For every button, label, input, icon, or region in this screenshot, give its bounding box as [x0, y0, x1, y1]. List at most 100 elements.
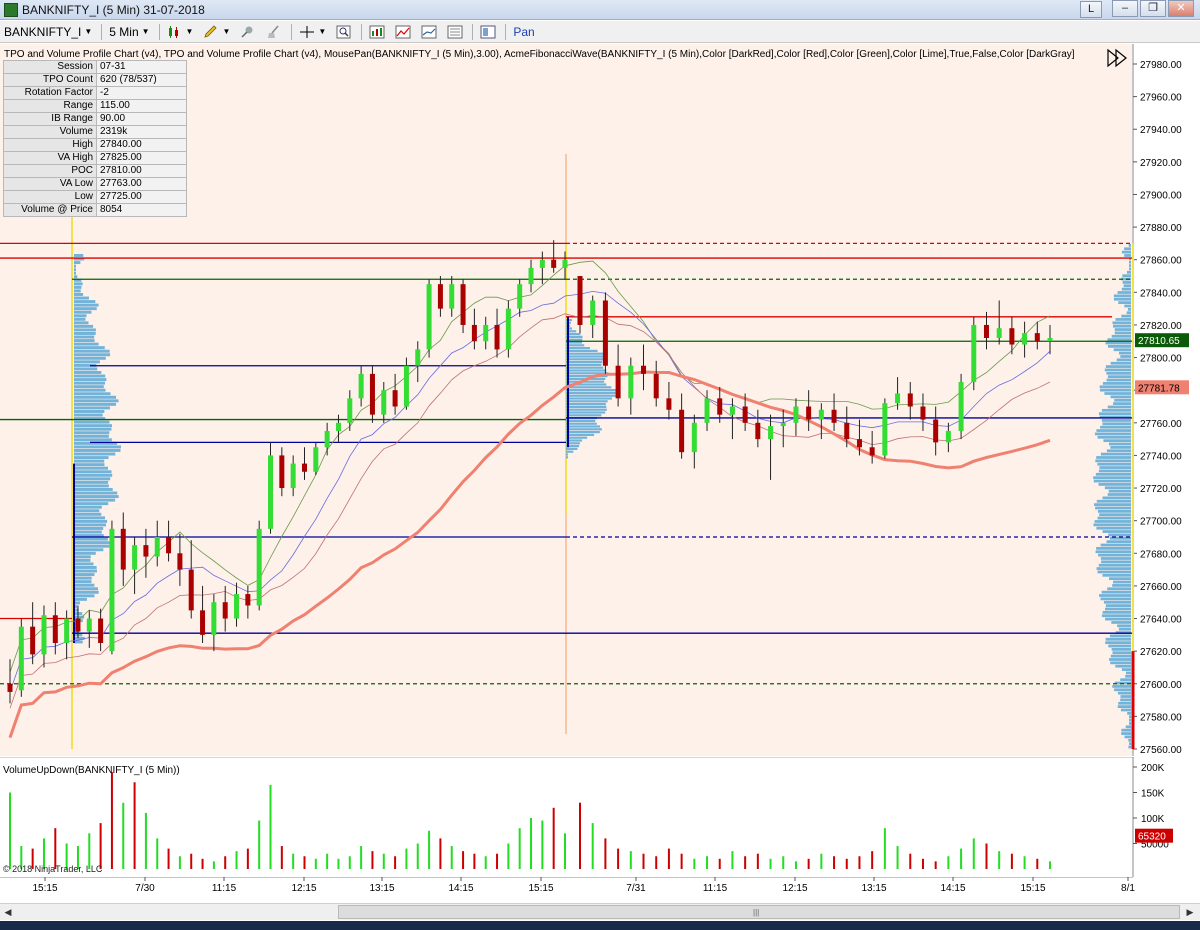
- profile-bar: [1117, 691, 1131, 695]
- profile-bar: [1113, 294, 1131, 298]
- layout-button[interactable]: L: [1080, 1, 1102, 18]
- profile-bar: [1095, 459, 1131, 463]
- minimize-button[interactable]: –: [1112, 0, 1138, 17]
- profile-bar: [566, 391, 619, 394]
- strategies-button[interactable]: [417, 23, 441, 41]
- chart-style-button[interactable]: ▼: [163, 23, 198, 41]
- profile-bar: [1105, 341, 1131, 345]
- candle-body: [780, 422, 786, 427]
- profile-bar: [566, 425, 601, 428]
- profile-bar: [1104, 392, 1131, 395]
- profile-bar: [74, 268, 76, 272]
- profile-bar: [74, 555, 91, 559]
- order-panel-button[interactable]: [476, 23, 500, 41]
- candle-body: [679, 409, 685, 453]
- profile-bar: [1101, 408, 1131, 412]
- profile-bar: [1106, 378, 1131, 382]
- toolbar-divider: [291, 23, 293, 40]
- candle-body: [30, 626, 36, 655]
- time-axis[interactable]: 15:15 7/30 11:15 12:15 13:15 14:15 15:15 7/31 11…: [0, 877, 1200, 901]
- profile-bar: [74, 523, 106, 527]
- volume-chart[interactable]: 200K150K100K5000065320: [0, 756, 1200, 877]
- profile-bar: [74, 594, 95, 598]
- stats-key: TPO Count: [3, 73, 97, 87]
- restore-button[interactable]: ❐: [1140, 0, 1166, 17]
- stats-row: IB Range 90.00: [3, 112, 187, 126]
- price-tick-label: 27600.00: [1140, 680, 1182, 691]
- indicators-button[interactable]: [391, 23, 415, 41]
- profile-bar: [566, 358, 605, 361]
- profile-bar: [74, 410, 105, 413]
- candle-body: [369, 373, 375, 415]
- profile-bar: [1121, 287, 1131, 291]
- crosshair-button[interactable]: ▼: [295, 23, 330, 41]
- candle-body: [895, 393, 901, 404]
- broom-button[interactable]: [262, 23, 286, 41]
- drawing-tool-button[interactable]: ▼: [199, 23, 234, 41]
- profile-bar: [74, 566, 97, 569]
- profile-bar: [1102, 530, 1131, 533]
- toolbar-divider: [472, 23, 474, 40]
- profile-bar: [74, 473, 113, 477]
- profile-bar: [1129, 267, 1131, 271]
- pin-button[interactable]: [236, 23, 260, 41]
- profile-bar: [566, 447, 578, 450]
- volume-panel[interactable]: 200K 150K 100K 50000 65320: [0, 756, 1200, 877]
- interval-selector[interactable]: 5 Min ▼: [105, 23, 153, 41]
- scrollbar-thumb[interactable]: |||: [338, 905, 1180, 919]
- candle-body: [290, 463, 296, 489]
- properties-icon: [447, 25, 463, 38]
- profile-bar: [74, 551, 96, 555]
- profile-bar: [566, 408, 607, 411]
- profile-bar: [1094, 520, 1131, 523]
- profile-bar: [1102, 496, 1131, 500]
- profile-bar: [1109, 577, 1131, 581]
- scroll-right-arrow-icon[interactable]: ▶: [1182, 904, 1198, 920]
- price-tick-label: 27560.00: [1140, 745, 1182, 756]
- stats-key: VA Low: [3, 177, 97, 191]
- candle-body: [920, 406, 926, 420]
- properties-button[interactable]: [443, 23, 467, 41]
- profile-bar: [1101, 590, 1131, 594]
- scroll-left-arrow-icon[interactable]: ◀: [0, 904, 16, 920]
- candle-body: [615, 365, 621, 399]
- stats-key: POC: [3, 164, 97, 178]
- candlestick-icon: [168, 25, 178, 38]
- candle: [426, 279, 432, 358]
- instrument-selector[interactable]: BANKNIFTY_I ▼: [0, 23, 96, 41]
- candle-body: [177, 553, 183, 570]
- candle-body: [831, 409, 837, 423]
- grip-icon: |||: [753, 908, 760, 917]
- candle-body: [793, 406, 799, 423]
- profile-bar: [74, 576, 92, 580]
- close-button[interactable]: ✕: [1168, 0, 1194, 17]
- profile-bar: [74, 488, 113, 491]
- profile-bar: [1120, 678, 1131, 682]
- pan-mode-label[interactable]: Pan: [509, 23, 538, 41]
- profile-bar: [1093, 479, 1131, 483]
- price-tick-label: 27960.00: [1140, 93, 1182, 104]
- profile-bar: [1118, 701, 1131, 705]
- profile-bar: [1122, 281, 1131, 284]
- data-series-button[interactable]: [365, 23, 389, 41]
- horizontal-scrollbar[interactable]: ◀ ||| ▶: [0, 903, 1200, 920]
- candle-body: [7, 683, 13, 692]
- profile-bar: [74, 339, 95, 343]
- price-tick-label: 27740.00: [1140, 451, 1182, 462]
- profile-bar: [74, 353, 111, 357]
- profile-bar: [566, 349, 598, 352]
- candle-body: [245, 594, 251, 606]
- candle-body: [256, 528, 262, 606]
- indicator-header: TPO and Volume Profile Chart (v4), TPO a…: [4, 49, 1075, 60]
- profile-bar: [74, 434, 109, 438]
- profile-bar: [1104, 486, 1131, 490]
- profile-bar: [74, 332, 96, 335]
- chart-toolbar: BANKNIFTY_I ▼ 5 Min ▼ ▼ ▼ ▼ Pan: [0, 21, 1200, 43]
- zoom-button[interactable]: [332, 23, 356, 41]
- price-tick-label: 27940.00: [1140, 125, 1182, 136]
- profile-bar: [74, 303, 99, 307]
- profile-bar: [74, 502, 109, 506]
- profile-bar: [74, 367, 98, 371]
- toolbar-divider: [505, 23, 507, 40]
- profile-bar: [1127, 307, 1131, 311]
